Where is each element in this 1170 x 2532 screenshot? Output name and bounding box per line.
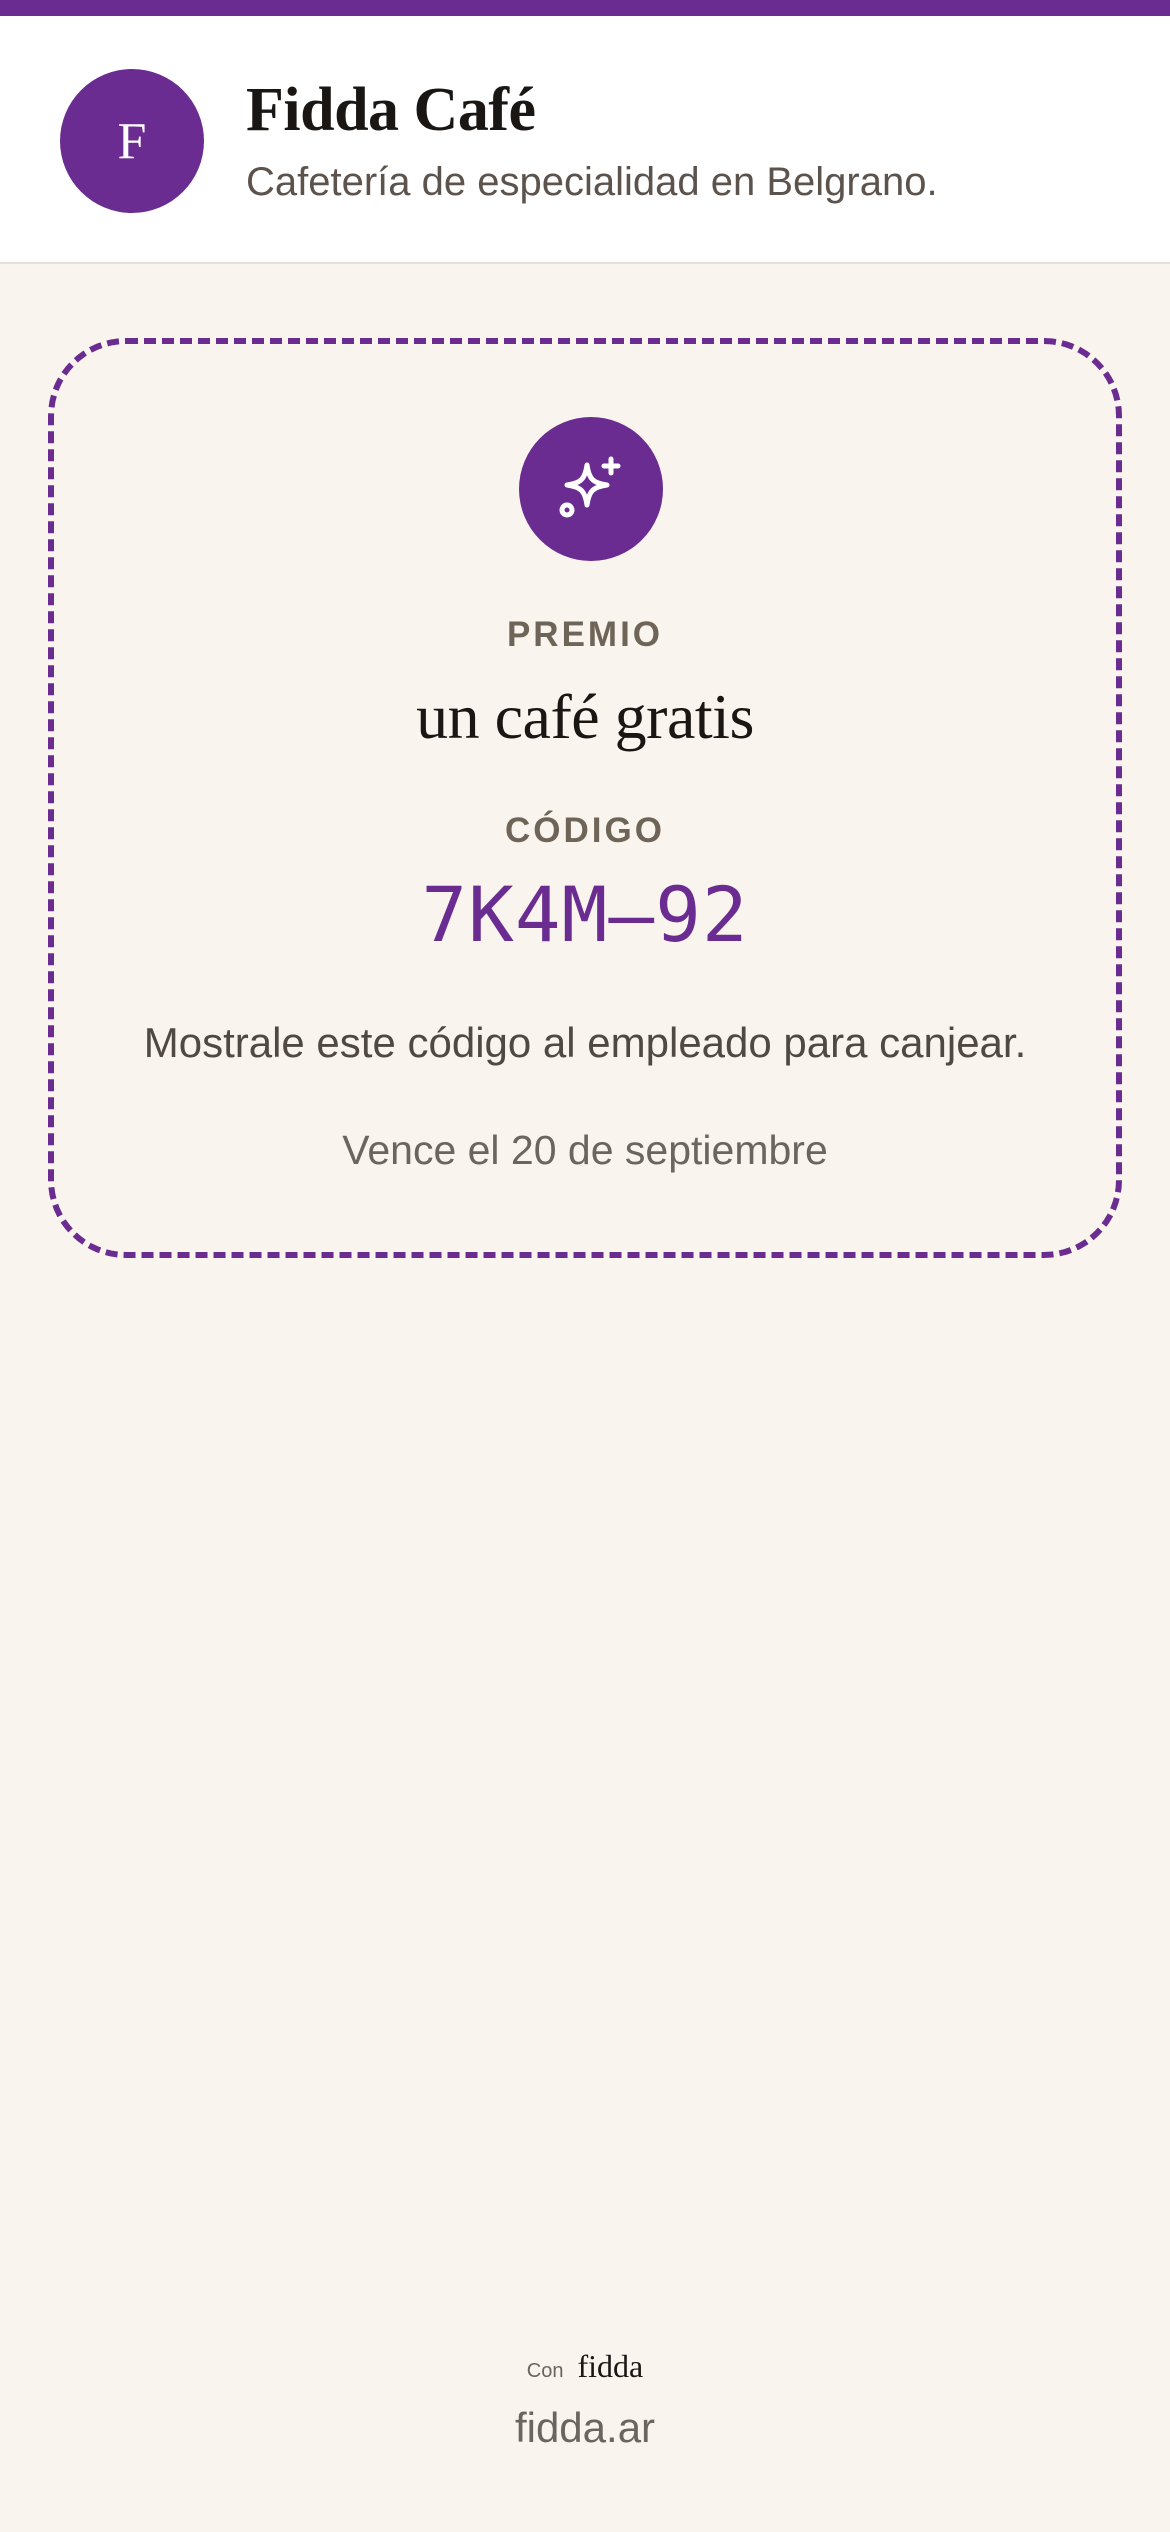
business-description: Cafetería de especialidad en Belgrano. — [246, 160, 938, 204]
business-header: F Fidda Café Cafetería de especialidad e… — [0, 16, 1170, 264]
reward-title: un café gratis — [416, 681, 754, 752]
business-name: Fidda Café — [246, 76, 536, 144]
redeem-code: 7K4M–92 — [421, 870, 749, 959]
redeem-instructions: Mostrale este código al empleado para ca… — [143, 1019, 1027, 1066]
sparkles-icon — [519, 417, 663, 561]
powered-by: Con fidda — [0, 2348, 1170, 2385]
avatar-letter: F — [117, 112, 147, 170]
powered-by-prefix: Con — [526, 2360, 564, 2382]
expiry-date: Vence el 20 de septiembre — [342, 1127, 828, 1173]
fidda-website-link[interactable]: fidda.ar — [0, 2404, 1170, 2452]
reward-card: PREMIO un café gratis CÓDIGO 7K4M–92 Mos… — [48, 338, 1122, 1258]
reward-label: PREMIO — [506, 615, 664, 654]
powered-by-logo: fidda — [577, 2348, 644, 2384]
business-avatar: F — [60, 69, 204, 213]
code-label: CÓDIGO — [505, 811, 665, 850]
top-accent-bar — [0, 0, 1170, 16]
